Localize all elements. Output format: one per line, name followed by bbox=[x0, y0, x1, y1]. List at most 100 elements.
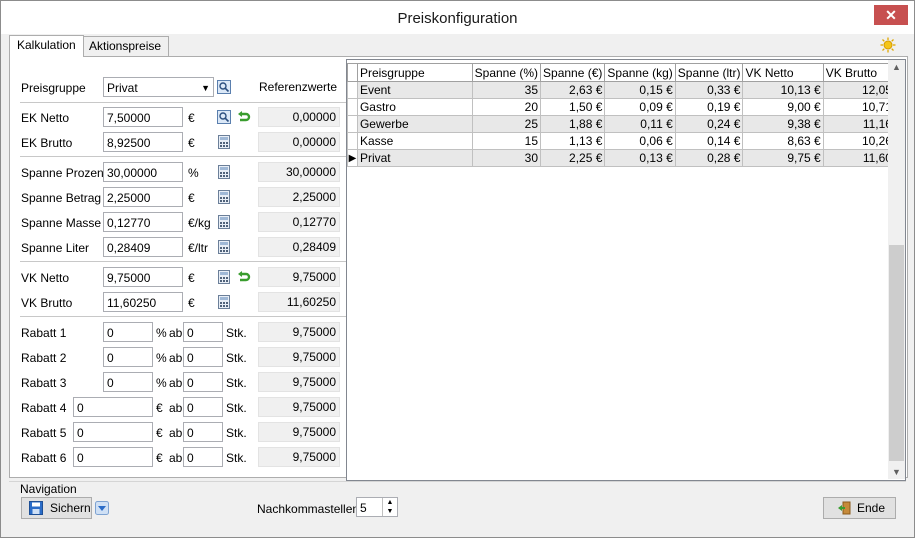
rabatt-1-input[interactable]: 0 bbox=[103, 322, 153, 342]
save-options-dropdown[interactable] bbox=[95, 497, 109, 519]
ek-netto-unit: € bbox=[188, 111, 195, 125]
rabatt-4-qty-input[interactable]: 0 bbox=[183, 397, 223, 417]
calculator-icon[interactable] bbox=[217, 135, 231, 149]
rabatt-2-qty-input[interactable]: 0 bbox=[183, 347, 223, 367]
save-button[interactable]: Sichern bbox=[21, 497, 92, 519]
column-header[interactable]: Spanne (€) bbox=[540, 63, 606, 82]
chevron-down-icon: ▼ bbox=[201, 83, 210, 93]
rabatt-2-input[interactable]: 0 bbox=[103, 347, 153, 367]
vertical-scrollbar[interactable]: ▲ ▼ bbox=[888, 60, 905, 479]
spanne-prozent-input[interactable]: 30,00000 bbox=[103, 162, 183, 182]
current-row-marker-icon[interactable]: ▶ bbox=[347, 149, 358, 167]
vk-brutto-ref: 11,60250 bbox=[258, 292, 340, 312]
divider bbox=[20, 102, 346, 103]
rabatt-3-qty-input[interactable]: 0 bbox=[183, 372, 223, 392]
row-header[interactable] bbox=[347, 98, 358, 116]
table-cell: 0,09 € bbox=[604, 98, 676, 116]
ek-netto-label: EK Netto bbox=[21, 111, 70, 125]
spanne-masse-ref: 0,12770 bbox=[258, 212, 340, 232]
rabatt-1-qty-input[interactable]: 0 bbox=[183, 322, 223, 342]
calculator-icon[interactable] bbox=[217, 240, 231, 254]
table-cell: 1,88 € bbox=[540, 115, 606, 133]
spanne-betrag-ref: 2,25000 bbox=[258, 187, 340, 207]
search-icon[interactable] bbox=[217, 80, 231, 94]
row-header[interactable] bbox=[347, 132, 358, 150]
tab-aktionspreise[interactable]: Aktionspreise bbox=[81, 36, 170, 56]
vk-netto-label: VK Netto bbox=[21, 271, 70, 285]
rabatt-1-stk: Stk. bbox=[226, 326, 247, 340]
table-cell: 9,38 € bbox=[742, 115, 824, 133]
calculator-icon[interactable] bbox=[217, 215, 231, 229]
divider bbox=[20, 261, 346, 262]
calculator-icon[interactable] bbox=[217, 190, 231, 204]
vk-brutto-input[interactable]: 11,60250 bbox=[103, 292, 183, 312]
spanne-liter-input[interactable]: 0,28409 bbox=[103, 237, 183, 257]
rabatt-5-qty-input[interactable]: 0 bbox=[183, 422, 223, 442]
rabatt-1-label: Rabatt 1 bbox=[21, 326, 67, 340]
scrollbar-thumb[interactable] bbox=[889, 245, 904, 461]
calculator-icon[interactable] bbox=[217, 270, 231, 284]
sun-icon[interactable] bbox=[880, 37, 896, 53]
column-header[interactable]: Spanne (ltr) bbox=[674, 63, 744, 82]
ek-netto-ref: 0,00000 bbox=[258, 107, 340, 127]
tab-kalkulation[interactable]: Kalkulation bbox=[9, 35, 84, 57]
spanne-betrag-input[interactable]: 2,25000 bbox=[103, 187, 183, 207]
apply-arrow-icon[interactable] bbox=[237, 110, 251, 124]
spanne-masse-unit: €/kg bbox=[188, 216, 211, 230]
search-icon[interactable] bbox=[217, 110, 231, 124]
row-header[interactable] bbox=[347, 115, 358, 133]
nachkommastellen-label: Nachkommastellen bbox=[257, 502, 360, 516]
calculator-icon[interactable] bbox=[217, 165, 231, 179]
rabatt-6-ab: ab bbox=[169, 451, 183, 465]
preisgruppe-value: Privat bbox=[107, 81, 138, 95]
rabatt-1-unit: % bbox=[156, 326, 167, 340]
table-cell: Event bbox=[356, 81, 473, 99]
table-cell: 0,06 € bbox=[604, 132, 676, 150]
table-row-selected[interactable]: ▶ Privat 30 2,25 € 0,13 € 0,28 € 9,75 € … bbox=[347, 149, 906, 167]
table-row[interactable]: Gastro 20 1,50 € 0,09 € 0,19 € 9,00 € 10… bbox=[347, 98, 906, 116]
rabatt-2-label: Rabatt 2 bbox=[21, 351, 67, 365]
spanne-masse-input[interactable]: 0,12770 bbox=[103, 212, 183, 232]
table-cell: 0,33 € bbox=[674, 81, 744, 99]
row-header[interactable] bbox=[347, 81, 358, 99]
rabatt-6-input[interactable]: 0 bbox=[73, 447, 153, 467]
preisgruppe-select[interactable]: Privat ▼ bbox=[103, 77, 214, 97]
calculator-icon[interactable] bbox=[217, 295, 231, 309]
preisgruppen-grid[interactable]: Preisgruppe Spanne (%) Spanne (€) Spanne… bbox=[346, 59, 906, 481]
ek-netto-input[interactable]: 7,50000 bbox=[103, 107, 183, 127]
spanne-prozent-ref: 30,00000 bbox=[258, 162, 340, 182]
rabatt-5-input[interactable]: 0 bbox=[73, 422, 153, 442]
rabatt-6-qty-input[interactable]: 0 bbox=[183, 447, 223, 467]
close-button[interactable]: ✕ bbox=[874, 5, 908, 25]
exit-door-icon bbox=[838, 501, 851, 515]
divider bbox=[20, 156, 346, 157]
vk-brutto-unit: € bbox=[188, 296, 195, 310]
column-header[interactable]: Preisgruppe bbox=[356, 63, 473, 82]
column-header[interactable]: Spanne (%) bbox=[471, 63, 542, 82]
row-header-corner bbox=[347, 63, 358, 82]
column-header[interactable]: Spanne (kg) bbox=[604, 63, 676, 82]
rabatt-4-ab: ab bbox=[169, 401, 183, 415]
ende-button[interactable]: Ende bbox=[823, 497, 896, 519]
scroll-up-icon[interactable]: ▲ bbox=[888, 62, 905, 72]
rabatt-2-ref: 9,75000 bbox=[258, 347, 340, 367]
table-row[interactable]: Kasse 15 1,13 € 0,06 € 0,14 € 8,63 € 10,… bbox=[347, 132, 906, 150]
table-cell: 0,24 € bbox=[674, 115, 744, 133]
rabatt-3-ab: ab bbox=[169, 376, 183, 390]
rabatt-4-input[interactable]: 0 bbox=[73, 397, 153, 417]
table-row[interactable]: Event 35 2,63 € 0,15 € 0,33 € 10,13 € 12… bbox=[347, 81, 906, 99]
ek-brutto-input[interactable]: 8,92500 bbox=[103, 132, 183, 152]
column-header[interactable]: VK Netto bbox=[742, 63, 824, 82]
apply-arrow-icon[interactable] bbox=[237, 270, 251, 284]
vk-netto-input[interactable]: 9,75000 bbox=[103, 267, 183, 287]
table-row[interactable]: Gewerbe 25 1,88 € 0,11 € 0,24 € 9,38 € 1… bbox=[347, 115, 906, 133]
table-cell: 0,28 € bbox=[674, 149, 744, 167]
rabatt-2-stk: Stk. bbox=[226, 351, 247, 365]
nachkommastellen-stepper[interactable]: 5 ▲ ▼ bbox=[356, 497, 398, 517]
stepper-arrows-icon[interactable]: ▲ ▼ bbox=[382, 498, 397, 516]
scroll-down-icon[interactable]: ▼ bbox=[888, 467, 905, 477]
floppy-disk-icon bbox=[29, 501, 43, 515]
rabatt-1-ref: 9,75000 bbox=[258, 322, 340, 342]
rabatt-4-label: Rabatt 4 bbox=[21, 401, 67, 415]
rabatt-3-input[interactable]: 0 bbox=[103, 372, 153, 392]
